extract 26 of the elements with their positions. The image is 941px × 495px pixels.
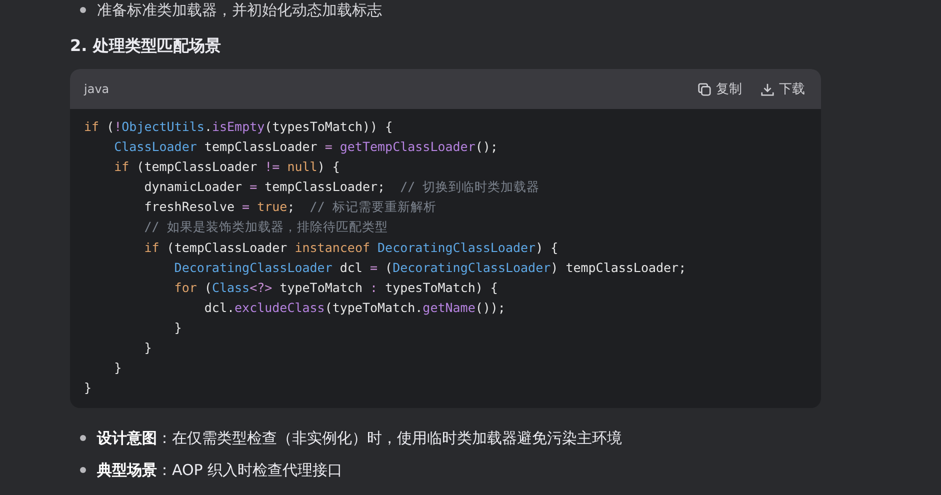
bullet-icon bbox=[80, 7, 86, 13]
bullet-icon bbox=[80, 435, 86, 442]
download-icon bbox=[760, 82, 775, 96]
code-line: if (tempClassLoader instanceof DecoratingClassLoader) { bbox=[143, 238, 560, 257]
language-label: java bbox=[84, 82, 110, 96]
code-line: } bbox=[113, 359, 123, 378]
code-line: if (!ObjectUtils.isEmpty(typesToMatch)) { bbox=[84, 118, 394, 136]
code-line: // 如果是装饰类加载器，排除待匹配类型 bbox=[143, 218, 389, 236]
code-line: if (tempClassLoader != null) { bbox=[113, 158, 341, 176]
bullet-icon bbox=[80, 467, 86, 474]
copy-button[interactable]: 复制 bbox=[693, 78, 746, 100]
code-line: } bbox=[84, 379, 93, 398]
list-item-text: 准备标准类加载器，并初始化动态加载标志 bbox=[97, 0, 382, 20]
copy-icon bbox=[697, 82, 712, 96]
code-line: DecoratingClassLoader dcl = (DecoratingClassLoader) tempClassLoader; bbox=[173, 258, 688, 277]
code-line: dcl.excludeClass(typeToMatch.getName()); bbox=[203, 298, 506, 317]
code-line: } bbox=[173, 318, 183, 337]
code-line: for (Class<?> typeToMatch : typesToMatch) { bbox=[173, 278, 499, 297]
code-line: ClassLoader tempClassLoader = getTempClassLoader(); bbox=[113, 138, 499, 156]
download-button[interactable]: 下载 bbox=[756, 78, 809, 100]
code-line: } bbox=[143, 339, 153, 358]
list-item-text: 设计意图：在仅需类型检查（非实例化）时，使用临时类加载器避免污染主环境 bbox=[97, 428, 622, 448]
code-line: dynamicLoader = tempClassLoader; // 切换到临时类加载器 bbox=[143, 178, 541, 196]
list-item-text: 典型场景：AOP 织入时检查代理接口 bbox=[97, 460, 343, 480]
code-line: freshResolve = true; // 标记需要重新解析 bbox=[143, 198, 438, 216]
section-heading: 2. 处理类型匹配场景 bbox=[70, 35, 222, 57]
